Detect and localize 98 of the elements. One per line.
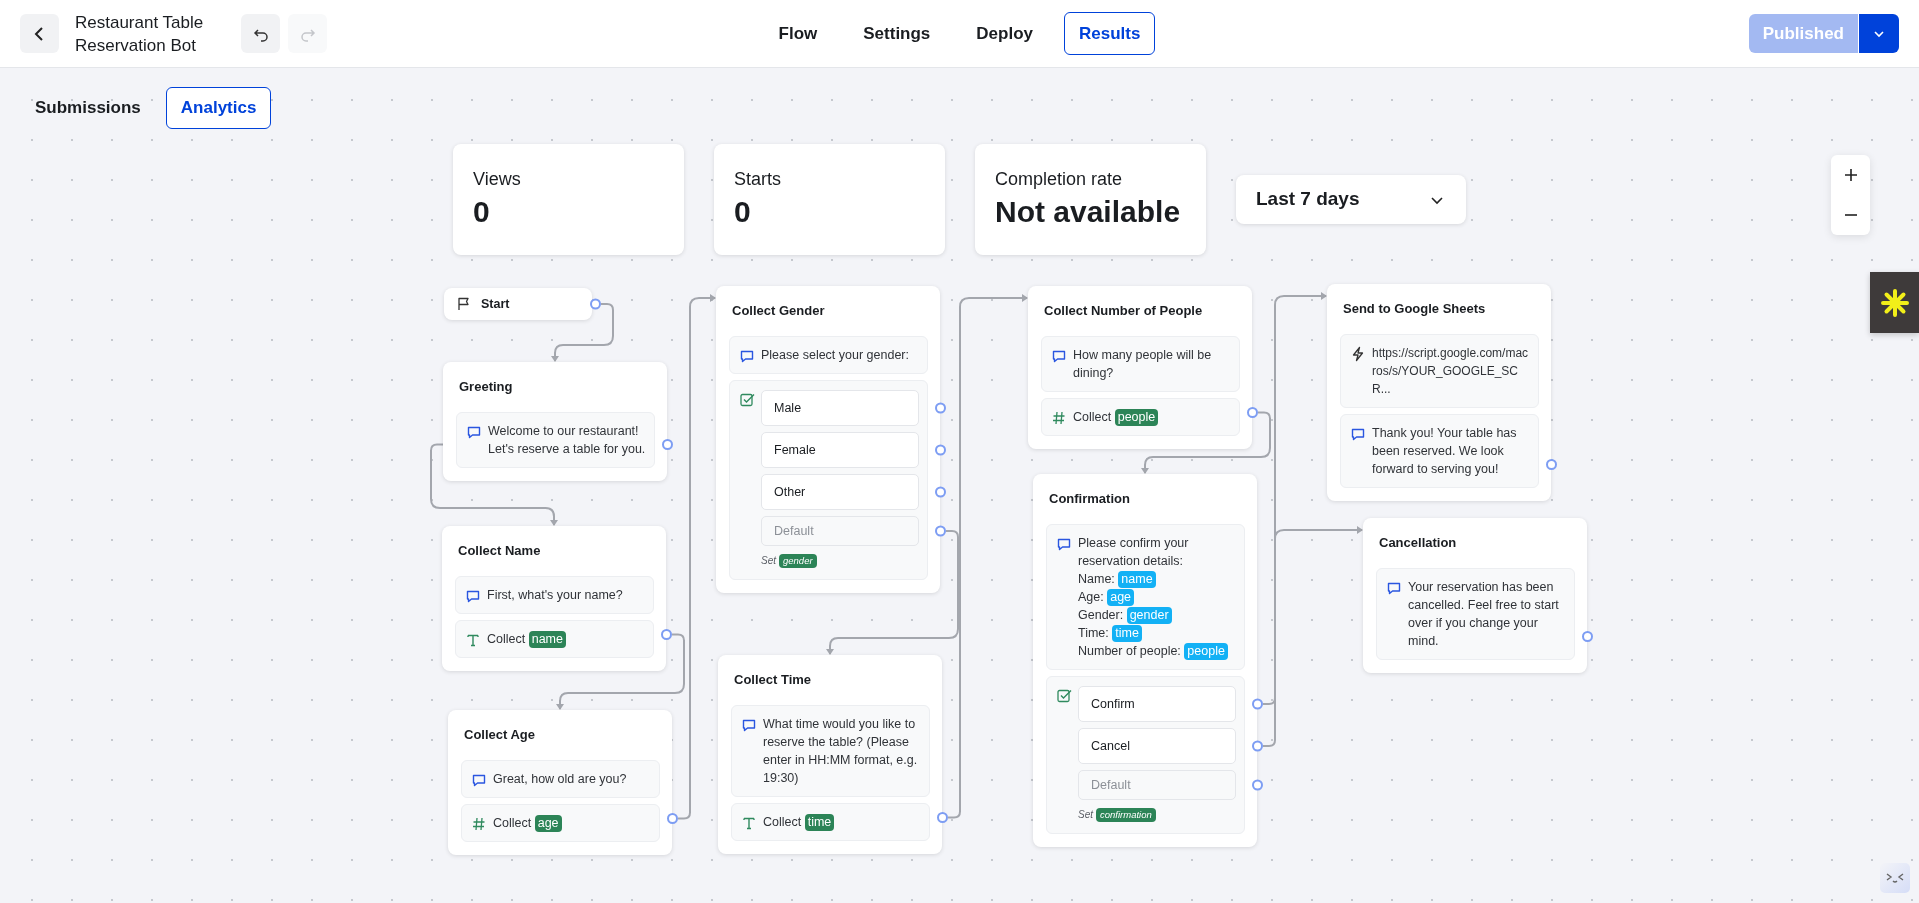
text-input-icon bbox=[465, 632, 481, 648]
connector-port[interactable] bbox=[935, 486, 946, 498]
nav-tab[interactable]: Deploy bbox=[961, 11, 1048, 56]
flag-icon bbox=[456, 296, 472, 312]
variable-tag: age bbox=[1107, 589, 1135, 606]
connector-port[interactable] bbox=[937, 812, 948, 823]
bot-title: Restaurant Table Reservation Bot bbox=[75, 11, 205, 57]
message-text: Your reservation has been cancelled. Feel free to start over if you change your mind. bbox=[1408, 579, 1560, 650]
message-text: Please confirm your reservation details: bbox=[1078, 536, 1189, 568]
undo-button[interactable] bbox=[241, 14, 280, 53]
helper-button[interactable] bbox=[1880, 863, 1910, 893]
set-label: Set bbox=[1078, 808, 1093, 822]
chat-bubble-icon bbox=[1051, 348, 1067, 364]
message-text: Time: bbox=[1078, 626, 1109, 640]
checkbox-icon bbox=[739, 392, 755, 408]
nav-tab[interactable]: Flow bbox=[763, 11, 833, 56]
message-text: How many people will be dining? bbox=[1073, 347, 1213, 382]
variable-tag: time bbox=[804, 814, 835, 831]
chat-bubble-icon bbox=[739, 348, 755, 364]
message-text: Name: bbox=[1078, 572, 1115, 586]
set-label: Set bbox=[761, 554, 776, 568]
chat-bubble-icon bbox=[465, 588, 481, 604]
stat-label: Views bbox=[473, 168, 522, 191]
webhook-url: https://script.google.com/macros/s/YOUR_GOOGLE_SCR... bbox=[1372, 345, 1530, 398]
variable-tag: people bbox=[1114, 409, 1159, 426]
asterisk-logo-button[interactable] bbox=[1870, 272, 1919, 333]
variable-tag: confirmation bbox=[1096, 808, 1156, 822]
text-input-icon bbox=[741, 815, 757, 831]
connector-port[interactable] bbox=[1546, 459, 1557, 470]
variable-tag: gender bbox=[779, 554, 817, 568]
node-title: Collect Time bbox=[733, 671, 813, 689]
connector-line bbox=[551, 303, 614, 362]
nav-tab[interactable]: Settings bbox=[848, 11, 946, 56]
back-button[interactable] bbox=[20, 14, 59, 53]
node-title: Send to Google Sheets bbox=[1342, 300, 1487, 318]
variable-tag: time bbox=[1112, 625, 1142, 642]
chat-bubble-icon bbox=[1056, 536, 1072, 552]
chat-bubble-icon bbox=[471, 772, 487, 788]
connector-port[interactable] bbox=[662, 439, 673, 450]
number-input-icon bbox=[471, 816, 487, 832]
collect-label: Collect bbox=[493, 816, 532, 830]
chat-bubble-icon bbox=[741, 717, 757, 733]
stat-label: Completion rate bbox=[995, 168, 1124, 191]
message-text: Gender: bbox=[1078, 608, 1124, 622]
variable-tag: name bbox=[1118, 571, 1156, 588]
variable-tag: age bbox=[534, 815, 562, 832]
node-title: Collect Name bbox=[457, 542, 542, 560]
variable-tag: gender bbox=[1126, 607, 1172, 624]
message-text: Welcome to our restaurant! Let's reserve a table for you. bbox=[488, 423, 646, 458]
asterisk-icon bbox=[1879, 287, 1910, 318]
lightning-icon bbox=[1350, 346, 1366, 362]
nav-tab[interactable]: Results bbox=[1064, 11, 1156, 56]
node-title: Collect Age bbox=[463, 726, 537, 744]
collect-label: Collect bbox=[487, 632, 526, 646]
node-title: Cancellation bbox=[1378, 534, 1458, 552]
message-text: Great, how old are you? bbox=[493, 771, 627, 788]
message-text: What time would you like to reserve the table? (Please enter in HH:MM format, e.g. 19:30) bbox=[763, 716, 919, 787]
number-input-icon bbox=[1051, 410, 1067, 426]
message-text: Number of people: bbox=[1078, 644, 1181, 658]
message-text: First, what's your name? bbox=[487, 587, 623, 604]
chat-bubble-icon bbox=[1350, 426, 1366, 442]
connector-port[interactable] bbox=[1247, 407, 1258, 418]
variable-tag: people bbox=[1184, 643, 1228, 660]
message-text: Age: bbox=[1078, 590, 1104, 604]
collect-label: Collect bbox=[1073, 410, 1112, 424]
view-tab[interactable]: Analytics bbox=[165, 87, 272, 129]
date-range-value: Last 7 days bbox=[1256, 187, 1360, 212]
node-title: Confirmation bbox=[1048, 490, 1131, 508]
connector-port[interactable] bbox=[661, 629, 672, 640]
chat-bubble-icon bbox=[1386, 580, 1402, 596]
node-title: Start bbox=[481, 296, 510, 313]
stat-value: 0 bbox=[734, 194, 752, 230]
node-title: Collect Number of People bbox=[1043, 302, 1204, 320]
date-range-dropdown[interactable]: Last 7 days bbox=[1236, 175, 1466, 224]
publish-menu-button[interactable] bbox=[1859, 14, 1899, 53]
variable-tag: name bbox=[528, 631, 566, 648]
message-text: Please select your gender: bbox=[761, 347, 909, 364]
connector-port[interactable] bbox=[1252, 740, 1263, 752]
message-text: Thank you! Your table has been reserved. We look forward to serving you! bbox=[1372, 425, 1518, 478]
connector-port[interactable] bbox=[667, 813, 678, 824]
stat-value: Not available bbox=[995, 194, 1182, 230]
view-tab[interactable]: Submissions bbox=[20, 87, 156, 129]
connector-port[interactable] bbox=[590, 298, 601, 310]
connector-port[interactable] bbox=[935, 444, 946, 456]
checkbox-icon bbox=[1056, 688, 1072, 704]
node-title: Greeting bbox=[458, 378, 514, 396]
connector-port[interactable] bbox=[1252, 698, 1263, 710]
node-title: Collect Gender bbox=[731, 302, 826, 320]
connector-port[interactable] bbox=[1582, 631, 1593, 642]
connector-port[interactable] bbox=[935, 525, 946, 537]
stat-label: Starts bbox=[734, 168, 782, 191]
face-icon bbox=[1886, 872, 1904, 884]
connector-port[interactable] bbox=[935, 402, 946, 414]
collect-label: Collect bbox=[763, 815, 802, 829]
stat-value: 0 bbox=[473, 194, 491, 230]
chat-bubble-icon bbox=[466, 424, 482, 440]
plus-icon bbox=[1843, 168, 1858, 182]
connector-port[interactable] bbox=[1252, 779, 1263, 791]
